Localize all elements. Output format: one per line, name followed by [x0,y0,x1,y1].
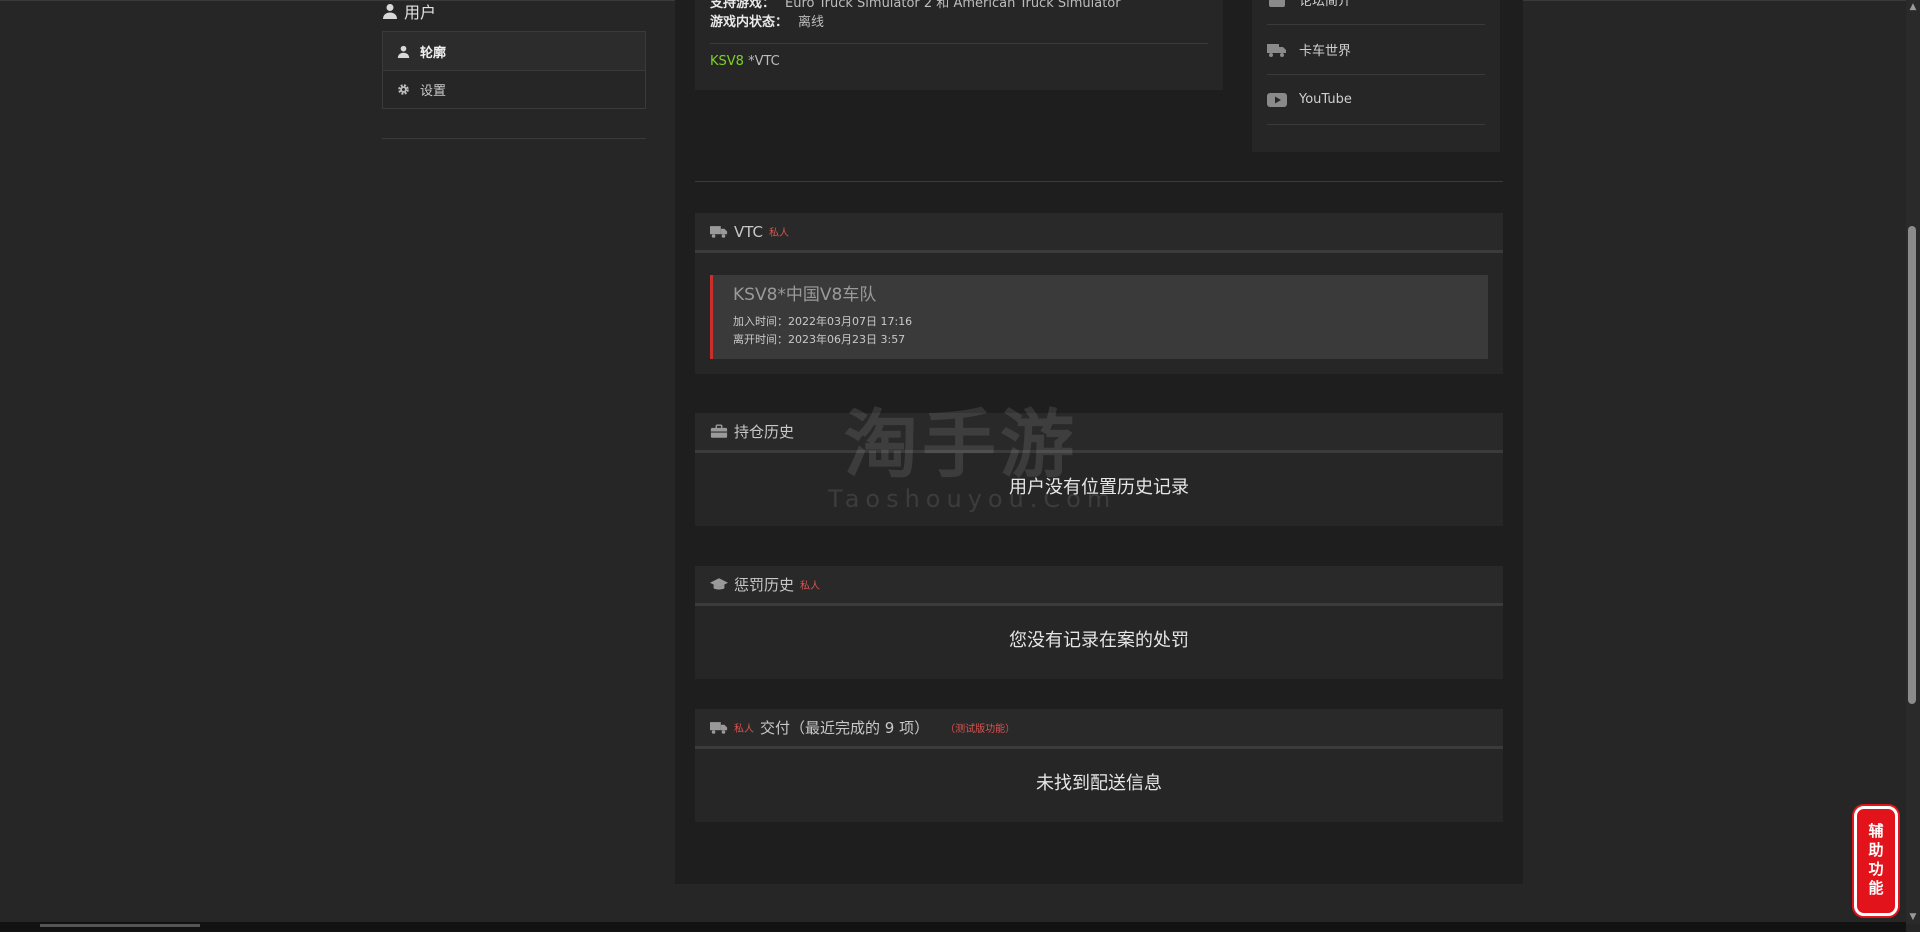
vtc-panel: VTC 私人 KSV8*中国V8车队 加入时间：2022年03月07日 17:1… [695,213,1503,374]
gear-icon [398,84,409,95]
vtc-link[interactable]: KSV8 *VTC [710,54,780,69]
history-empty-message: 用户没有位置历史记录 [1009,477,1189,498]
vtc-joined-date: 加入时间：2022年03月07日 17:16 [733,315,913,328]
link-youtube[interactable]: YouTube [1267,75,1485,125]
sidebar-item-label: 设置 [420,84,447,99]
sidebar-header: 用户 [382,0,436,22]
youtube-icon [1267,92,1287,107]
user-icon [383,4,397,19]
history-panel-header: 持仓历史 [695,413,1503,453]
sidebar-divider [382,138,646,139]
vtc-entry-name[interactable]: KSV8*中国V8车队 [733,280,876,305]
vertical-scrollbar[interactable]: ▲ ▼ [1906,0,1920,924]
truck-icon [710,722,728,734]
supported-games-row: 支持游戏： Euro Truck Simulator 2 和 American T… [710,0,1121,11]
panel-title: 惩罚历史 [734,576,795,594]
link-forum[interactable]: 论坛简介 [1267,0,1485,25]
beta-badge: （测试版功能） [945,724,1016,735]
accessibility-label: 辅助功能 [1866,823,1885,899]
profile-divider [710,43,1208,44]
vtc-left-date: 离开时间：2023年06月23日 3:57 [733,333,906,346]
graduation-cap-icon [710,578,728,590]
game-status-row: 游戏内状态： 离线 [710,15,825,30]
private-badge: 私人 [800,581,821,592]
deliveries-empty-message: 未找到配送信息 [1036,773,1162,794]
sidebar-item-profile[interactable]: 轮廓 [383,32,645,70]
truck-icon [710,226,728,238]
section-divider [695,181,1503,182]
external-links-card: 论坛简介 卡车世界 YouTube [1252,0,1500,152]
position-history-panel: 持仓历史 用户没有位置历史记录 [695,413,1503,526]
scroll-up-arrow-icon[interactable]: ▲ [1906,0,1920,14]
ban-history-panel: 惩罚历史 私人 您没有记录在案的处罚 [695,566,1503,679]
vtc-history-entry: KSV8*中国V8车队 加入时间：2022年03月07日 17:16 离开时间：… [710,275,1488,359]
sidebar-item-settings[interactable]: 设置 [383,70,645,108]
user-icon [397,45,410,58]
horizontal-scrollbar[interactable] [0,922,1906,932]
horizontal-scrollbar-thumb[interactable] [40,924,200,927]
truck-icon [1267,43,1286,57]
panel-title: VTC [734,222,764,241]
main-content: 支持游戏： Euro Truck Simulator 2 和 American T… [675,0,1523,884]
scrollbar-thumb[interactable] [1908,226,1916,704]
vtc-tag: KSV8 [710,54,744,69]
profile-info-card: 支持游戏： Euro Truck Simulator 2 和 American T… [695,0,1223,90]
link-truckersmp-world[interactable]: 卡车世界 [1267,25,1485,75]
ban-empty-message: 您没有记录在案的处罚 [1009,630,1189,651]
sidebar-title: 用户 [404,3,437,22]
sidebar-item-label: 轮廓 [420,45,447,61]
bookmark-icon [1269,0,1285,7]
briefcase-icon [710,424,728,438]
private-badge: 私人 [734,724,754,735]
deliveries-panel: 私人 交付（最近完成的 9 项） （测试版功能） 未找到配送信息 [695,709,1503,822]
ban-panel-header: 惩罚历史 私人 [695,566,1503,606]
private-badge: 私人 [769,228,790,239]
scroll-down-arrow-icon[interactable]: ▼ [1906,910,1920,924]
panel-title: 交付（最近完成的 9 项） [760,719,930,737]
panel-title: 持仓历史 [734,423,795,441]
game-status-value: 离线 [798,15,825,30]
sidebar-menu: 轮廓 设置 [382,31,646,109]
deliveries-panel-header: 私人 交付（最近完成的 9 项） （测试版功能） [695,709,1503,749]
accessibility-button[interactable]: 辅助功能 [1854,806,1898,916]
vtc-panel-header: VTC 私人 [695,213,1503,253]
